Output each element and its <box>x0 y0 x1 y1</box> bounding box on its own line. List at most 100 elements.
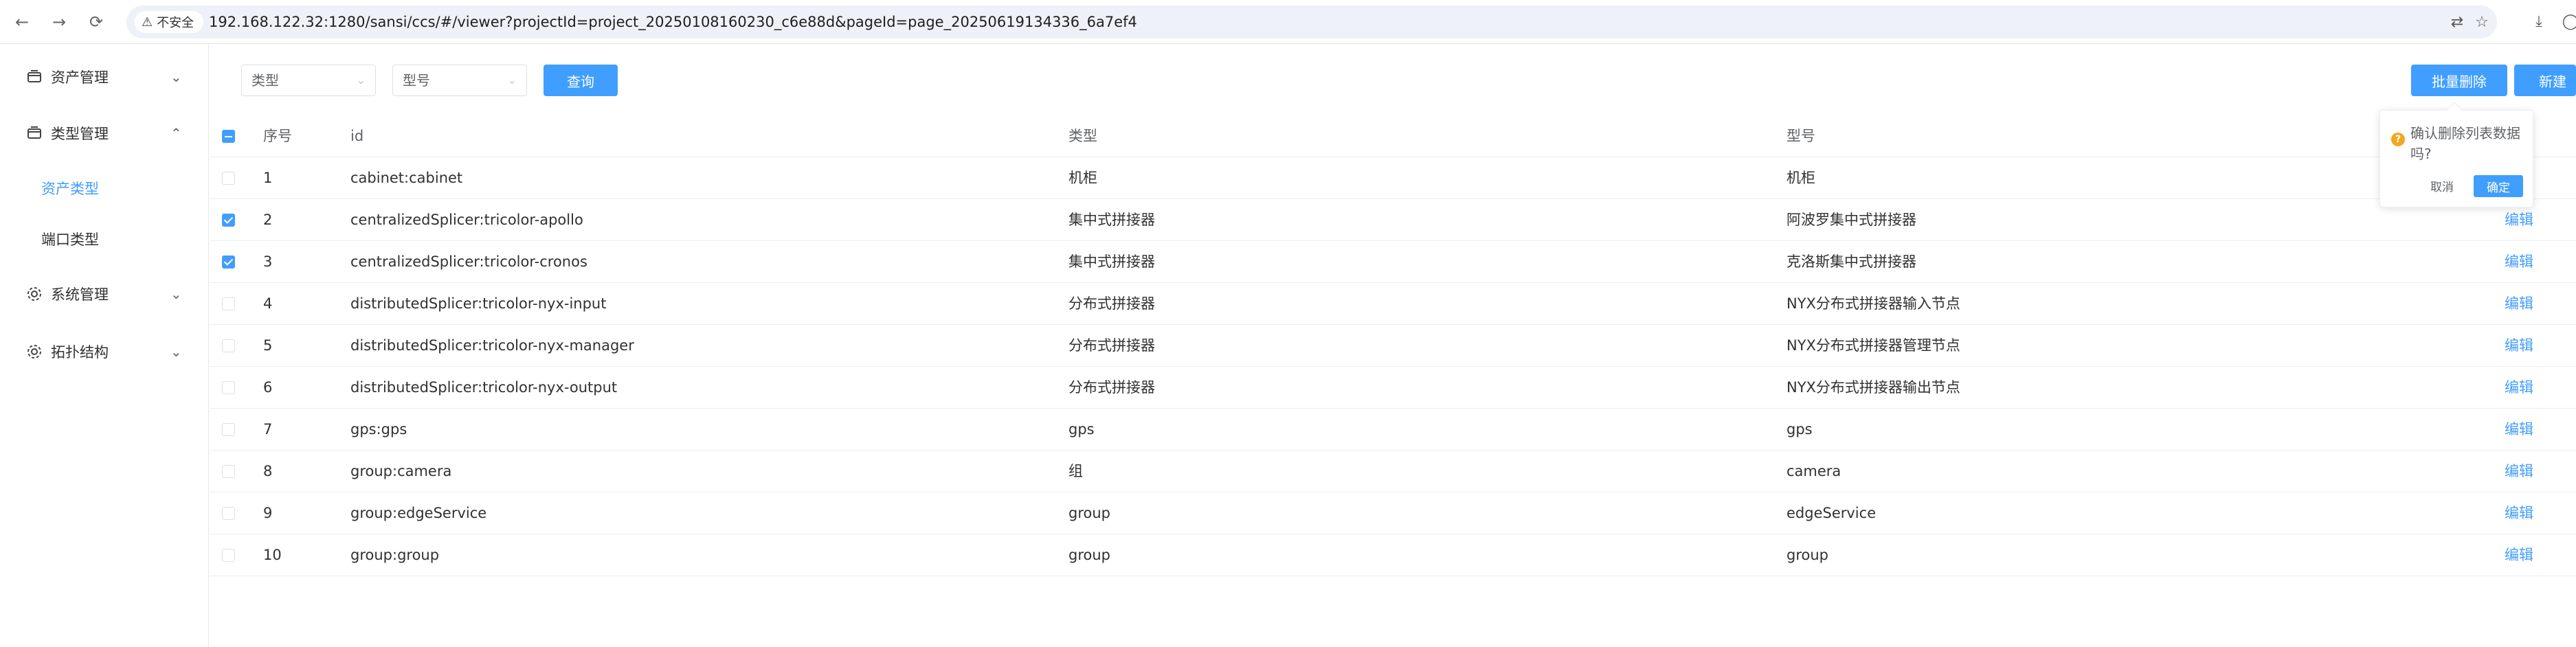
cell-type: 集中式拼接器 <box>1068 253 1155 270</box>
sidebar-subitem-asset-type[interactable]: 资产类型 <box>0 168 208 209</box>
forward-icon[interactable]: → <box>47 10 71 34</box>
security-label: 不安全 <box>157 16 194 30</box>
back-icon[interactable]: ← <box>10 10 34 34</box>
cell-model: camera <box>1787 463 1841 479</box>
row-checkbox[interactable] <box>222 465 235 478</box>
edit-link[interactable]: 编辑 <box>2505 534 2533 576</box>
edit-link[interactable]: 编辑 <box>2505 409 2533 451</box>
edit-link[interactable]: 编辑 <box>2505 241 2533 283</box>
cell-model: 阿波罗集中式拼接器 <box>1787 212 1916 228</box>
gear-icon <box>25 342 44 361</box>
cell-index: 7 <box>263 421 273 438</box>
cell-model: group <box>1787 547 1828 563</box>
edit-link[interactable]: 编辑 <box>2505 367 2533 409</box>
row-checkbox[interactable] <box>222 381 235 394</box>
cell-model: gps <box>1787 421 1813 438</box>
row-checkbox[interactable] <box>222 549 235 562</box>
cell-model: 克洛斯集中式拼接器 <box>1787 253 1916 270</box>
cell-type: 分布式拼接器 <box>1068 379 1155 396</box>
archive-icon <box>25 124 44 143</box>
cell-index: 2 <box>263 212 273 228</box>
delete-confirm-popover: ? 确认删除列表数据吗? 取消 确定 <box>2379 102 2533 207</box>
table-row: 5 distributedSplicer:tricolor-nyx-manager… <box>210 325 2576 367</box>
table-row: 9 group:edgeService group edgeService 编辑 <box>210 492 2576 534</box>
cell-index: 10 <box>263 547 282 563</box>
edit-link[interactable]: 编辑 <box>2505 283 2533 325</box>
sidebar-item-topology[interactable]: 拓扑结构 ⌄ <box>0 331 208 372</box>
table-row: 1 cabinet:cabinet 机柜 机柜 <box>210 157 2576 199</box>
cell-index: 1 <box>263 170 273 186</box>
sidebar-item-asset-management[interactable]: 资产管理 ⌄ <box>0 56 208 98</box>
cell-type: 机柜 <box>1068 170 1097 186</box>
sidebar-item-label: 类型管理 <box>51 126 109 142</box>
edit-link[interactable]: 编辑 <box>2505 492 2533 534</box>
row-checkbox[interactable] <box>222 256 235 269</box>
cell-id: gps:gps <box>350 421 407 438</box>
address-bar[interactable]: ⚠ 不安全 192.168.122.32:1280/sansi/ccs/#/vi… <box>126 5 2497 38</box>
model-select[interactable]: 型号 ⌄ <box>392 65 527 96</box>
profile-icon[interactable]: ◯ <box>2560 11 2576 32</box>
sidebar-item-system-management[interactable]: 系统管理 ⌄ <box>0 273 208 315</box>
cell-model: NYX分布式拼接器管理节点 <box>1787 337 1960 354</box>
row-checkbox[interactable] <box>222 507 235 520</box>
type-select[interactable]: 类型 ⌄ <box>241 65 376 96</box>
batch-delete-button[interactable]: 批量删除 <box>2411 65 2507 96</box>
sidebar-subitem-port-type[interactable]: 端口类型 <box>0 218 208 260</box>
cell-id: centralizedSplicer:tricolor-apollo <box>350 212 583 228</box>
download-icon[interactable]: ⤓ <box>2529 11 2549 32</box>
warning-icon: ⚠ <box>142 14 153 30</box>
warning-icon: ? <box>2391 133 2405 146</box>
cell-index: 9 <box>263 505 273 521</box>
url-text[interactable]: 192.168.122.32:1280/sansi/ccs/#/viewer?p… <box>209 5 1137 38</box>
star-icon[interactable]: ☆ <box>2472 12 2491 32</box>
cell-id: centralizedSplicer:tricolor-cronos <box>350 253 587 270</box>
cell-id: cabinet:cabinet <box>350 170 463 186</box>
cell-id: group:camera <box>350 463 452 479</box>
header-id: id <box>350 128 364 144</box>
security-badge[interactable]: ⚠ 不安全 <box>135 11 204 33</box>
edit-link[interactable]: 编辑 <box>2505 325 2533 367</box>
row-checkbox[interactable] <box>222 423 235 436</box>
edit-link[interactable]: 编辑 <box>2505 451 2533 492</box>
row-checkbox[interactable] <box>222 214 235 227</box>
query-button[interactable]: 查询 <box>544 65 618 96</box>
cell-index: 4 <box>263 295 273 312</box>
browser-toolbar: ← → ⟳ ⚠ 不安全 192.168.122.32:1280/sansi/cc… <box>0 0 2576 44</box>
table-row: 7 gps:gps gps gps 编辑 <box>210 409 2576 451</box>
create-button[interactable]: 新建 <box>2514 65 2576 96</box>
cell-type: group <box>1068 505 1110 521</box>
row-checkbox[interactable] <box>222 172 235 185</box>
cell-id: distributedSplicer:tricolor-nyx-input <box>350 295 607 312</box>
cell-type: gps <box>1068 421 1095 438</box>
cell-type: 组 <box>1068 463 1083 479</box>
cell-index: 6 <box>263 379 273 396</box>
header-type: 类型 <box>1068 128 1097 144</box>
table-row: 3 centralizedSplicer:tricolor-cronos 集中式拼接… <box>210 241 2576 283</box>
confirm-button[interactable]: 确定 <box>2474 175 2523 197</box>
archive-icon <box>25 67 44 87</box>
cell-type: 分布式拼接器 <box>1068 295 1155 312</box>
sidebar-item-label: 资产管理 <box>51 69 109 86</box>
main-content: 类型 ⌄ 型号 ⌄ 查询 批量删除 新建 序号 id 类型 型号 1 cabine… <box>210 44 2576 647</box>
gear-icon <box>25 284 44 304</box>
cell-id: distributedSplicer:tricolor-nyx-output <box>350 379 618 396</box>
confirm-message: 确认删除列表数据吗? <box>2410 125 2520 162</box>
table-row: 4 distributedSplicer:tricolor-nyx-input 分布… <box>210 283 2576 325</box>
table-row: 10 group:group group group 编辑 <box>210 534 2576 576</box>
translate-icon[interactable]: ⇄ <box>2448 12 2467 32</box>
table-row: 2 centralizedSplicer:tricolor-apollo 集中式拼接… <box>210 199 2576 241</box>
row-checkbox[interactable] <box>222 297 235 310</box>
row-checkbox[interactable] <box>222 339 235 352</box>
sidebar: 资产管理 ⌄ 类型管理 ⌃ 资产类型 端口类型 系统管理 ⌄ 拓扑结构 ⌄ <box>0 44 209 647</box>
sidebar-item-type-management[interactable]: 类型管理 ⌃ <box>0 113 208 154</box>
select-all-checkbox[interactable] <box>222 130 235 143</box>
cell-model: NYX分布式拼接器输入节点 <box>1787 295 1960 312</box>
cell-model: edgeService <box>1787 505 1877 521</box>
cell-type: 集中式拼接器 <box>1068 212 1155 228</box>
cancel-button[interactable]: 取消 <box>2421 175 2463 196</box>
cell-model: NYX分布式拼接器输出节点 <box>1787 379 1960 396</box>
chevron-down-icon: ⌄ <box>356 73 366 87</box>
reload-icon[interactable]: ⟳ <box>84 10 109 34</box>
chevron-down-icon: ⌄ <box>170 286 182 302</box>
model-select-placeholder: 型号 <box>403 72 430 89</box>
